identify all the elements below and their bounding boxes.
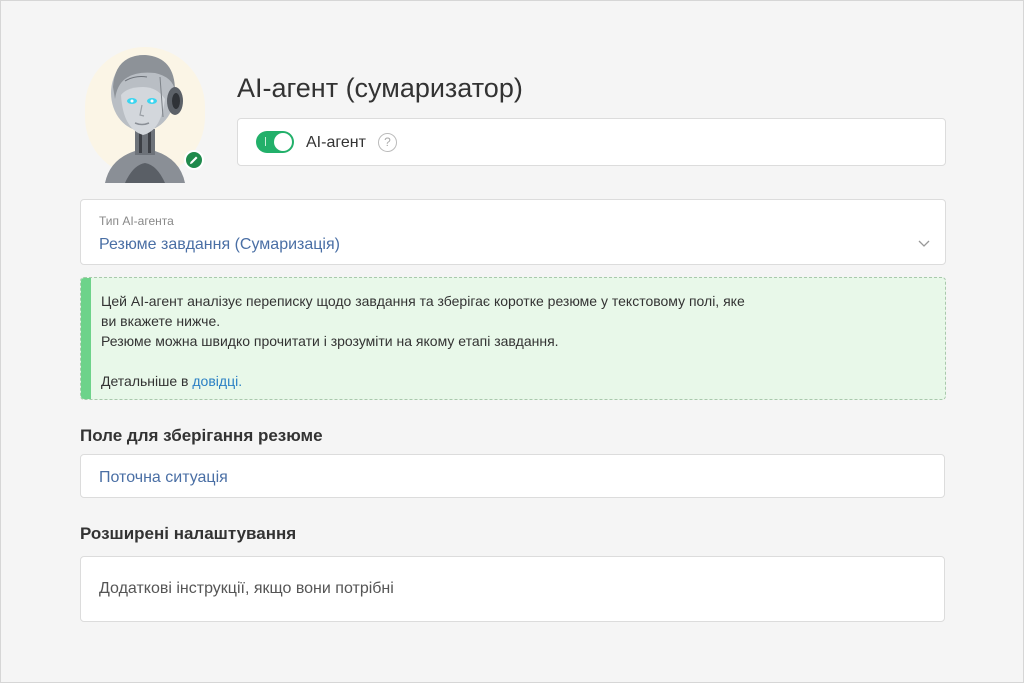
settings-panel: AI-агент (сумаризатор) AI-агент ? Тип AI… xyxy=(0,0,1024,683)
toggle-on-indicator xyxy=(265,137,266,146)
advanced-settings-title: Розширені налаштування xyxy=(80,524,297,543)
toggle-label: AI-агент xyxy=(306,134,366,151)
question-circle-icon[interactable]: ? xyxy=(378,133,397,152)
agent-type-value: Резюме завдання (Сумаризація) xyxy=(99,236,340,253)
additional-instructions-placeholder: Додаткові інструкції, якщо вони потрібні xyxy=(99,580,394,597)
help-link[interactable]: довідці. xyxy=(192,373,242,389)
summary-field-title: Поле для зберігання резюме xyxy=(80,426,323,445)
info-callout: Цей AI-агент аналізує переписку щодо зав… xyxy=(80,277,946,400)
edit-avatar-button[interactable] xyxy=(184,150,204,170)
toggle-knob xyxy=(274,133,292,151)
info-line-1: Цей AI-агент аналізує переписку щодо зав… xyxy=(101,293,745,309)
info-line-2: ви вкажете нижче. xyxy=(101,313,221,329)
info-text: Цей AI-агент аналізує переписку щодо зав… xyxy=(101,291,821,391)
info-more-prefix: Детальніше в xyxy=(101,373,193,389)
info-line-3: Резюме можна швидко прочитати і зрозуміт… xyxy=(101,333,559,349)
info-accent-bar xyxy=(81,278,91,399)
agent-toggle-card: AI-агент ? xyxy=(237,118,946,166)
page-title: AI-агент (сумаризатор) xyxy=(237,73,523,103)
agent-type-select[interactable]: Тип AI-агента Резюме завдання (Сумаризац… xyxy=(80,199,946,265)
agent-avatar[interactable] xyxy=(85,47,205,183)
additional-instructions-textarea[interactable]: Додаткові інструкції, якщо вони потрібні xyxy=(80,556,945,622)
pencil-icon xyxy=(190,156,198,164)
agent-type-label: Тип AI-агента xyxy=(99,214,174,228)
summary-field-select[interactable]: Поточна ситуація xyxy=(80,454,945,498)
info-more: Детальніше в довідці. xyxy=(101,371,821,391)
summary-field-value: Поточна ситуація xyxy=(99,469,228,486)
chevron-down-icon xyxy=(918,240,930,247)
agent-enabled-toggle[interactable] xyxy=(256,131,294,153)
